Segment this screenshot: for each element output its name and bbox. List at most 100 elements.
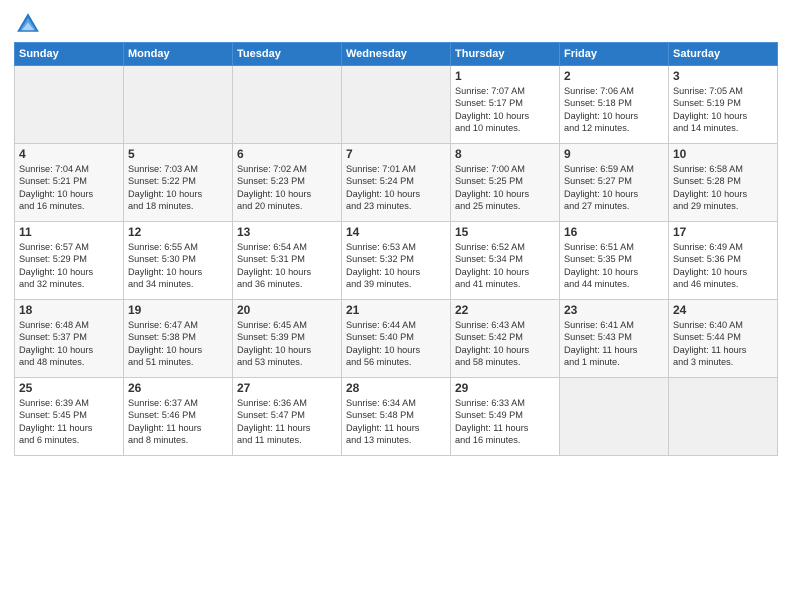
calendar-cell: 27 Sunrise: 6:36 AM Sunset: 5:47 PM Dayli… <box>233 378 342 456</box>
day-info: Sunrise: 6:36 AM Sunset: 5:47 PM Dayligh… <box>237 397 337 447</box>
day-info: Sunrise: 6:53 AM Sunset: 5:32 PM Dayligh… <box>346 241 446 291</box>
day-info: Sunrise: 7:01 AM Sunset: 5:24 PM Dayligh… <box>346 163 446 213</box>
day-number: 27 <box>237 381 337 395</box>
day-number: 12 <box>128 225 228 239</box>
day-info: Sunrise: 7:04 AM Sunset: 5:21 PM Dayligh… <box>19 163 119 213</box>
day-number: 3 <box>673 69 773 83</box>
day-info: Sunrise: 6:59 AM Sunset: 5:27 PM Dayligh… <box>564 163 664 213</box>
weekday-header: Tuesday <box>233 43 342 66</box>
day-info: Sunrise: 6:54 AM Sunset: 5:31 PM Dayligh… <box>237 241 337 291</box>
day-number: 2 <box>564 69 664 83</box>
logo <box>14 10 46 38</box>
day-info: Sunrise: 6:37 AM Sunset: 5:46 PM Dayligh… <box>128 397 228 447</box>
calendar-body: 1 Sunrise: 7:07 AM Sunset: 5:17 PM Daylig… <box>15 66 778 456</box>
day-info: Sunrise: 6:33 AM Sunset: 5:49 PM Dayligh… <box>455 397 555 447</box>
day-info: Sunrise: 6:39 AM Sunset: 5:45 PM Dayligh… <box>19 397 119 447</box>
calendar-cell: 15Sunrise: 6:52 AM Sunset: 5:34 PM Dayli… <box>451 222 560 300</box>
day-number: 11 <box>19 225 119 239</box>
day-info: Sunrise: 6:48 AM Sunset: 5:37 PM Dayligh… <box>19 319 119 369</box>
calendar-cell: 25 Sunrise: 6:39 AM Sunset: 5:45 PM Dayli… <box>15 378 124 456</box>
calendar-cell: 26 Sunrise: 6:37 AM Sunset: 5:46 PM Dayli… <box>124 378 233 456</box>
day-info: Sunrise: 6:58 AM Sunset: 5:28 PM Dayligh… <box>673 163 773 213</box>
calendar-cell: 3Sunrise: 7:05 AM Sunset: 5:19 PM Daylig… <box>669 66 778 144</box>
day-number: 28 <box>346 381 446 395</box>
day-number: 7 <box>346 147 446 161</box>
calendar-week-row: 18 Sunrise: 6:48 AM Sunset: 5:37 PM Dayli… <box>15 300 778 378</box>
calendar-table: SundayMondayTuesdayWednesdayThursdayFrid… <box>14 42 778 456</box>
day-number: 10 <box>673 147 773 161</box>
calendar-header-row: SundayMondayTuesdayWednesdayThursdayFrid… <box>15 43 778 66</box>
day-number: 13 <box>237 225 337 239</box>
day-number: 14 <box>346 225 446 239</box>
day-info: Sunrise: 6:57 AM Sunset: 5:29 PM Dayligh… <box>19 241 119 291</box>
calendar-cell: 19 Sunrise: 6:47 AM Sunset: 5:38 PM Dayli… <box>124 300 233 378</box>
weekday-header: Monday <box>124 43 233 66</box>
calendar-cell: 23Sunrise: 6:41 AM Sunset: 5:43 PM Dayli… <box>560 300 669 378</box>
calendar-cell: 14 Sunrise: 6:53 AM Sunset: 5:32 PM Dayli… <box>342 222 451 300</box>
header <box>14 10 778 38</box>
day-number: 1 <box>455 69 555 83</box>
calendar-week-row: 1 Sunrise: 7:07 AM Sunset: 5:17 PM Daylig… <box>15 66 778 144</box>
day-number: 21 <box>346 303 446 317</box>
calendar-cell: 6 Sunrise: 7:02 AM Sunset: 5:23 PM Daylig… <box>233 144 342 222</box>
page-container: SundayMondayTuesdayWednesdayThursdayFrid… <box>0 0 792 462</box>
day-info: Sunrise: 7:06 AM Sunset: 5:18 PM Dayligh… <box>564 85 664 135</box>
calendar-cell: 11 Sunrise: 6:57 AM Sunset: 5:29 PM Dayli… <box>15 222 124 300</box>
calendar-week-row: 25 Sunrise: 6:39 AM Sunset: 5:45 PM Dayli… <box>15 378 778 456</box>
calendar-cell: 1 Sunrise: 7:07 AM Sunset: 5:17 PM Daylig… <box>451 66 560 144</box>
calendar-cell <box>233 66 342 144</box>
day-info: Sunrise: 6:43 AM Sunset: 5:42 PM Dayligh… <box>455 319 555 369</box>
calendar-cell <box>669 378 778 456</box>
calendar-cell: 28Sunrise: 6:34 AM Sunset: 5:48 PM Dayli… <box>342 378 451 456</box>
day-number: 20 <box>237 303 337 317</box>
day-number: 26 <box>128 381 228 395</box>
day-info: Sunrise: 6:45 AM Sunset: 5:39 PM Dayligh… <box>237 319 337 369</box>
calendar-cell: 22 Sunrise: 6:43 AM Sunset: 5:42 PM Dayli… <box>451 300 560 378</box>
day-number: 5 <box>128 147 228 161</box>
day-info: Sunrise: 6:47 AM Sunset: 5:38 PM Dayligh… <box>128 319 228 369</box>
day-info: Sunrise: 7:00 AM Sunset: 5:25 PM Dayligh… <box>455 163 555 213</box>
day-number: 24 <box>673 303 773 317</box>
calendar-cell: 7 Sunrise: 7:01 AM Sunset: 5:24 PM Daylig… <box>342 144 451 222</box>
day-info: Sunrise: 6:41 AM Sunset: 5:43 PM Dayligh… <box>564 319 664 369</box>
calendar-cell <box>342 66 451 144</box>
calendar-cell: 17 Sunrise: 6:49 AM Sunset: 5:36 PM Dayli… <box>669 222 778 300</box>
day-number: 8 <box>455 147 555 161</box>
calendar-cell: 29 Sunrise: 6:33 AM Sunset: 5:49 PM Dayli… <box>451 378 560 456</box>
calendar-cell <box>15 66 124 144</box>
weekday-header: Friday <box>560 43 669 66</box>
day-info: Sunrise: 6:44 AM Sunset: 5:40 PM Dayligh… <box>346 319 446 369</box>
calendar-cell: 5 Sunrise: 7:03 AM Sunset: 5:22 PM Daylig… <box>124 144 233 222</box>
calendar-cell: 16 Sunrise: 6:51 AM Sunset: 5:35 PM Dayli… <box>560 222 669 300</box>
day-number: 29 <box>455 381 555 395</box>
day-info: Sunrise: 6:51 AM Sunset: 5:35 PM Dayligh… <box>564 241 664 291</box>
calendar-cell: 12 Sunrise: 6:55 AM Sunset: 5:30 PM Dayli… <box>124 222 233 300</box>
day-info: Sunrise: 6:52 AM Sunset: 5:34 PM Dayligh… <box>455 241 555 291</box>
calendar-week-row: 11 Sunrise: 6:57 AM Sunset: 5:29 PM Dayli… <box>15 222 778 300</box>
calendar-cell: 13 Sunrise: 6:54 AM Sunset: 5:31 PM Dayli… <box>233 222 342 300</box>
calendar-cell: 4Sunrise: 7:04 AM Sunset: 5:21 PM Daylig… <box>15 144 124 222</box>
day-number: 16 <box>564 225 664 239</box>
day-number: 25 <box>19 381 119 395</box>
calendar-cell: 2 Sunrise: 7:06 AM Sunset: 5:18 PM Daylig… <box>560 66 669 144</box>
calendar-cell: 21 Sunrise: 6:44 AM Sunset: 5:40 PM Dayli… <box>342 300 451 378</box>
day-info: Sunrise: 7:02 AM Sunset: 5:23 PM Dayligh… <box>237 163 337 213</box>
day-info: Sunrise: 7:03 AM Sunset: 5:22 PM Dayligh… <box>128 163 228 213</box>
weekday-header: Thursday <box>451 43 560 66</box>
day-number: 22 <box>455 303 555 317</box>
calendar-cell: 9 Sunrise: 6:59 AM Sunset: 5:27 PM Daylig… <box>560 144 669 222</box>
calendar-cell <box>560 378 669 456</box>
day-info: Sunrise: 6:49 AM Sunset: 5:36 PM Dayligh… <box>673 241 773 291</box>
calendar-cell <box>124 66 233 144</box>
calendar-week-row: 4Sunrise: 7:04 AM Sunset: 5:21 PM Daylig… <box>15 144 778 222</box>
day-info: Sunrise: 7:07 AM Sunset: 5:17 PM Dayligh… <box>455 85 555 135</box>
weekday-header: Wednesday <box>342 43 451 66</box>
day-info: Sunrise: 6:55 AM Sunset: 5:30 PM Dayligh… <box>128 241 228 291</box>
day-number: 19 <box>128 303 228 317</box>
day-number: 9 <box>564 147 664 161</box>
calendar-cell: 10 Sunrise: 6:58 AM Sunset: 5:28 PM Dayli… <box>669 144 778 222</box>
day-number: 6 <box>237 147 337 161</box>
day-number: 17 <box>673 225 773 239</box>
day-info: Sunrise: 6:40 AM Sunset: 5:44 PM Dayligh… <box>673 319 773 369</box>
day-number: 18 <box>19 303 119 317</box>
